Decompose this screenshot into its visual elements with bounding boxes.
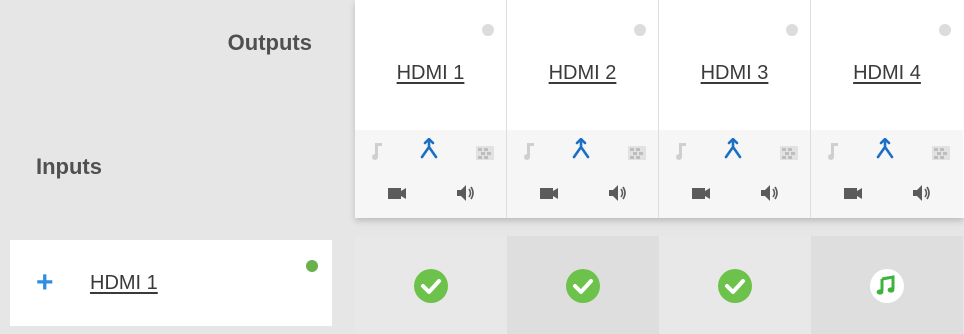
route-cell-in1-out2[interactable] — [507, 236, 659, 334]
output-name-link[interactable]: HDMI 1 — [355, 62, 506, 85]
route-cell-in1-out1[interactable] — [355, 236, 507, 334]
output-icon-band — [355, 130, 506, 218]
route-cell-in1-out4[interactable] — [811, 236, 963, 334]
video-camera-icon[interactable] — [843, 182, 863, 204]
check-icon — [718, 269, 752, 303]
grid-pattern-icon[interactable] — [931, 142, 951, 164]
output-icon-band — [811, 130, 963, 218]
output-status-dot — [482, 24, 494, 36]
speaker-icon[interactable] — [455, 182, 475, 204]
grid-pattern-icon[interactable] — [779, 142, 799, 164]
video-camera-icon[interactable] — [539, 182, 559, 204]
music-note-icon — [870, 269, 904, 303]
route-cell-in1-out3[interactable] — [659, 236, 811, 334]
speaker-icon[interactable] — [759, 182, 779, 204]
output-column-2: HDMI 2 — [507, 0, 659, 218]
input-status-dot — [306, 260, 318, 272]
audio-note-icon[interactable] — [823, 140, 843, 162]
input-row-hdmi-1: + HDMI 1 — [10, 240, 332, 328]
speaker-icon[interactable] — [607, 182, 627, 204]
merge-routing-icon[interactable] — [419, 138, 439, 160]
audio-note-icon[interactable] — [367, 140, 387, 162]
output-name-link[interactable]: HDMI 3 — [659, 62, 810, 85]
input-name-link[interactable]: HDMI 1 — [90, 272, 158, 295]
output-icon-band — [507, 130, 658, 218]
output-name-link[interactable]: HDMI 2 — [507, 62, 658, 85]
merge-routing-icon[interactable] — [571, 138, 591, 160]
outputs-heading: Outputs — [227, 30, 312, 55]
video-camera-icon[interactable] — [691, 182, 711, 204]
expand-plus-icon[interactable]: + — [36, 268, 54, 298]
inputs-heading: Inputs — [36, 154, 102, 179]
outputs-header: HDMI 1 HDMI 2 HDMI 3 HDMI 4 — [355, 0, 964, 218]
video-camera-icon[interactable] — [387, 182, 407, 204]
merge-routing-icon[interactable] — [723, 138, 743, 160]
audio-note-icon[interactable] — [519, 140, 539, 162]
check-icon — [414, 269, 448, 303]
speaker-icon[interactable] — [911, 182, 931, 204]
output-status-dot — [786, 24, 798, 36]
row-divider — [10, 326, 332, 328]
matrix-header-corner: Outputs Inputs — [0, 0, 355, 228]
output-icon-band — [659, 130, 810, 218]
output-column-3: HDMI 3 — [659, 0, 811, 218]
check-icon — [566, 269, 600, 303]
audio-note-icon[interactable] — [671, 140, 691, 162]
output-column-4: HDMI 4 — [811, 0, 963, 218]
grid-pattern-icon[interactable] — [627, 142, 647, 164]
output-column-1: HDMI 1 — [355, 0, 507, 218]
output-name-link[interactable]: HDMI 4 — [811, 62, 963, 85]
output-status-dot — [939, 24, 951, 36]
output-status-dot — [634, 24, 646, 36]
grid-pattern-icon[interactable] — [475, 142, 495, 164]
merge-routing-icon[interactable] — [875, 138, 895, 160]
